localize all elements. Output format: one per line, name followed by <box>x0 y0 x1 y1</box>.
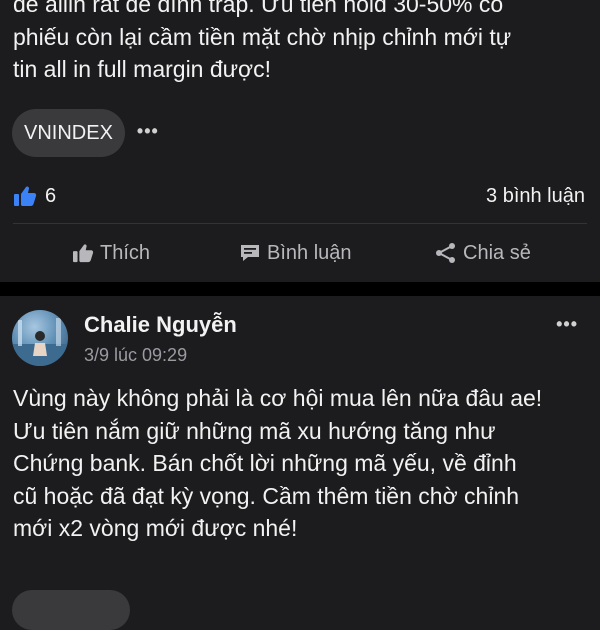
post-stats: 6 3 bình luận <box>13 180 585 212</box>
like-button[interactable]: Thích <box>72 242 150 265</box>
post-actions: Thích Bình luận Chia sẻ <box>0 236 600 270</box>
comment-button[interactable]: Bình luận <box>239 242 352 265</box>
share-button-label: Chia sẻ <box>463 241 531 264</box>
more-options-icon[interactable]: ••• <box>556 314 578 335</box>
avatar-image <box>12 318 68 366</box>
comment-button-label: Bình luận <box>267 241 352 264</box>
post-separator <box>0 282 600 296</box>
share-button[interactable]: Chia sẻ <box>435 242 531 265</box>
post-body: để allin rất dễ dính trap. Ưu tiên hold … <box>13 0 512 82</box>
thumbs-up-icon <box>14 186 37 206</box>
like-button-label: Thích <box>100 241 151 264</box>
more-tags-icon[interactable]: ••• <box>137 121 159 142</box>
thumbs-up-outline-icon <box>73 244 94 263</box>
tag-chip-vnindex[interactable]: VNINDEX <box>12 109 125 157</box>
post-timestamp: 3/9 lúc 09:29 <box>84 345 188 365</box>
tag-chip[interactable] <box>12 590 130 630</box>
divider <box>13 223 587 224</box>
comment-count[interactable]: 3 bình luận <box>486 185 585 208</box>
share-icon <box>436 243 455 263</box>
post-body: Vùng này không phải là cơ hội mua lên nữ… <box>13 385 543 541</box>
like-count[interactable]: 6 <box>13 185 56 208</box>
like-count-value: 6 <box>45 184 57 207</box>
author-name[interactable]: Chalie Nguyễn <box>84 312 237 338</box>
tag-row: VNINDEX ••• <box>12 109 159 157</box>
comment-icon <box>241 245 259 261</box>
avatar[interactable] <box>12 310 68 366</box>
post-card: Chalie Nguyễn 3/9 lúc 09:29 ••• Vùng này… <box>0 296 600 630</box>
post-card: để allin rất dễ dính trap. Ưu tiên hold … <box>0 0 600 282</box>
